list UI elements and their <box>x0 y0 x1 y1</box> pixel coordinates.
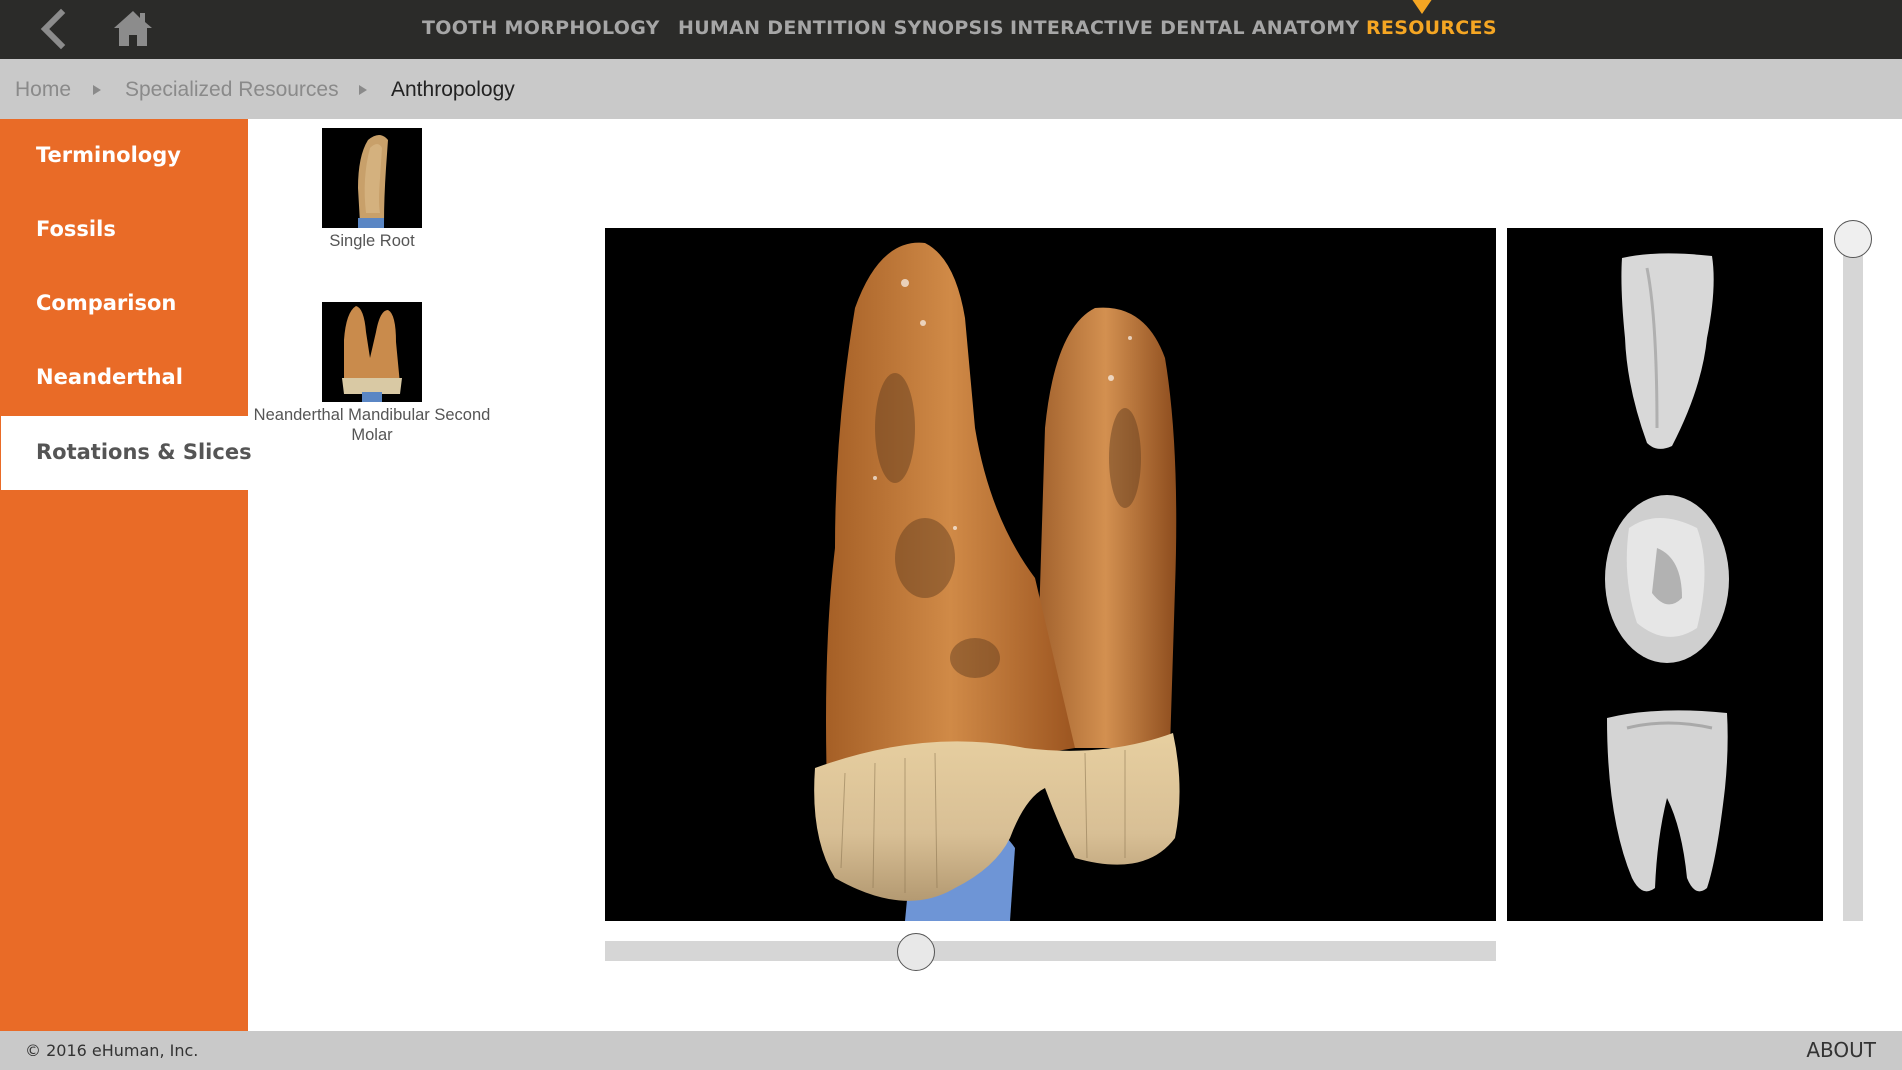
breadcrumb-current: Anthropology <box>391 78 515 101</box>
top-navigation-bar: TOOTH MORPHOLOGY HUMAN DENTITION SYNOPSI… <box>0 0 1902 59</box>
nav-tooth-morphology[interactable]: TOOTH MORPHOLOGY <box>422 17 660 39</box>
main-nav: TOOTH MORPHOLOGY HUMAN DENTITION SYNOPSI… <box>0 0 1902 59</box>
single-root-thumbnail-image <box>322 128 422 228</box>
sidebar-item-label: Rotations & Slices <box>36 440 252 464</box>
rotation-slider-handle[interactable] <box>897 933 935 971</box>
breadcrumb: Home Specialized Resources Anthropology <box>0 59 1902 119</box>
nav-resources[interactable]: RESOURCES <box>1366 17 1497 39</box>
sidebar-item-fossils[interactable]: Fossils <box>0 193 248 267</box>
breadcrumb-home[interactable]: Home <box>15 78 71 102</box>
nav-human-dentition-synopsis[interactable]: HUMAN DENTITION SYNOPSIS <box>678 17 1004 39</box>
sidebar-item-label: Fossils <box>36 217 116 241</box>
breadcrumb-separator-icon <box>359 85 367 95</box>
nav-interactive-dental-anatomy[interactable]: INTERACTIVE DENTAL ANATOMY <box>1010 17 1360 39</box>
thumbnail-label: Neanderthal Mandibular Second Molar <box>253 406 491 444</box>
sidebar-item-label: Comparison <box>36 291 177 315</box>
sidebar-item-label: Neanderthal <box>36 365 183 389</box>
neanderthal-molar-photo <box>605 228 1496 921</box>
sidebar: Terminology Fossils Comparison Neanderth… <box>0 119 252 1031</box>
active-tab-indicator-icon <box>1412 0 1432 14</box>
sidebar-item-rotations-slices[interactable]: Rotations & Slices <box>1 416 252 490</box>
thumbnail-label: Single Root <box>329 232 415 250</box>
sidebar-item-comparison[interactable]: Comparison <box>0 267 248 341</box>
copyright-text: © 2016 eHuman, Inc. <box>25 1041 199 1060</box>
neanderthal-molar-thumbnail-image <box>322 302 422 402</box>
about-link[interactable]: ABOUT <box>1806 1038 1876 1062</box>
slice-views-panel <box>1507 228 1823 921</box>
rotation-slider-track[interactable] <box>605 941 1496 961</box>
slice-views-image <box>1507 228 1823 921</box>
sidebar-item-terminology[interactable]: Terminology <box>0 119 248 193</box>
footer: © 2016 eHuman, Inc. ABOUT <box>0 1031 1902 1070</box>
slice-slider-track[interactable] <box>1843 228 1863 921</box>
sidebar-item-neanderthal[interactable]: Neanderthal <box>0 341 248 415</box>
tooth-rotation-viewer[interactable] <box>605 228 1496 921</box>
slice-slider-handle[interactable] <box>1834 220 1872 258</box>
breadcrumb-specialized-resources[interactable]: Specialized Resources <box>125 78 339 102</box>
breadcrumb-separator-icon <box>93 85 101 95</box>
sidebar-item-label: Terminology <box>36 143 181 167</box>
